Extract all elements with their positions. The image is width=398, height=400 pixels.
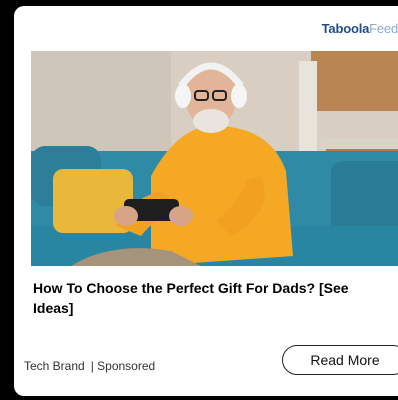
brand-logo-eyes: oo bbox=[343, 21, 359, 36]
ad-photo-illustration bbox=[31, 51, 398, 266]
read-more-button[interactable]: Read More bbox=[282, 345, 398, 375]
brand-name-part2: la bbox=[358, 21, 370, 36]
ad-image[interactable] bbox=[31, 51, 398, 266]
ad-source[interactable]: Tech Brand bbox=[24, 359, 85, 373]
ad-headline[interactable]: How To Choose the Perfect Gift For Dads?… bbox=[33, 278, 383, 318]
brand-name-part1: Tab bbox=[321, 21, 344, 36]
ad-card[interactable]: TaboolaFeed How To Choose the Perfect Gi… bbox=[14, 6, 398, 396]
taboola-feed-logo[interactable]: TaboolaFeed bbox=[322, 21, 398, 36]
ad-meta: Tech Brand | Sponsored bbox=[24, 359, 155, 373]
sponsored-label: | Sponsored bbox=[90, 359, 156, 373]
brand-feed-label: Feed bbox=[369, 21, 398, 36]
